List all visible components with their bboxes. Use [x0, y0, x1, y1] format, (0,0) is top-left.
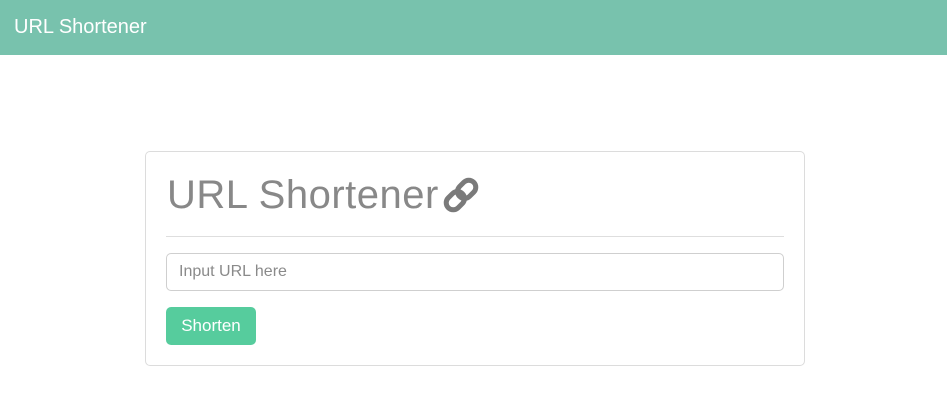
card-title: URL Shortener — [167, 173, 439, 217]
card-divider — [166, 236, 784, 237]
shorten-button[interactable]: Shorten — [166, 307, 256, 345]
top-navbar: URL Shortener — [0, 0, 947, 55]
url-input[interactable] — [166, 253, 784, 291]
shortener-card: URL Shortener Shorten — [145, 151, 805, 366]
navbar-brand-link[interactable]: URL Shortener — [14, 13, 147, 41]
link-icon — [440, 174, 482, 216]
card-title-row: URL Shortener — [167, 170, 482, 220]
